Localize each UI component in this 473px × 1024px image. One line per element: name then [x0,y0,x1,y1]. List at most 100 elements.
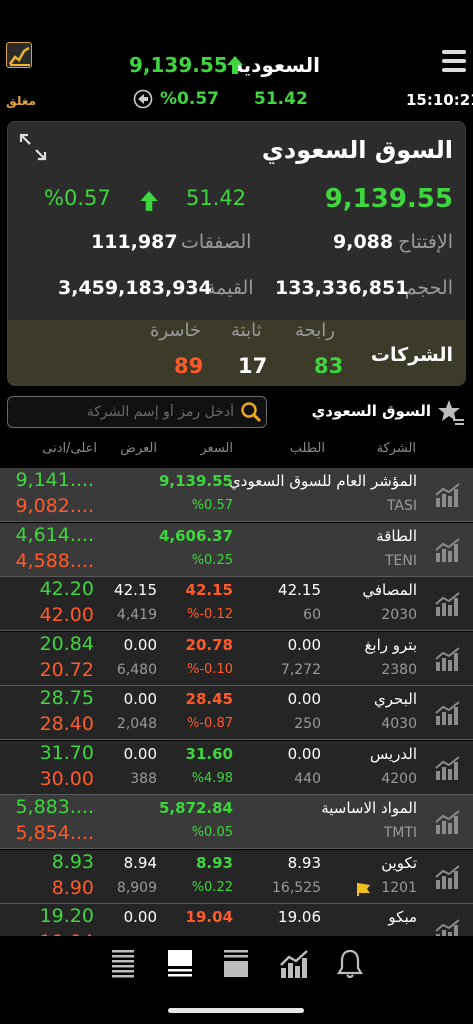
ask-price: 0.00 [123,690,157,708]
chart-icon[interactable] [278,948,310,980]
company-code: TASI [386,498,417,514]
bid-quantity: 60 [303,607,321,623]
list-icon[interactable] [110,948,138,980]
chart-icon[interactable] [434,918,462,936]
unchanged-value: 17 [238,354,268,378]
overview-icon[interactable] [222,948,250,980]
bid-quantity: 250 [294,716,321,732]
ask-price: 42.15 [114,581,157,599]
search-box[interactable] [7,396,267,428]
company-name: تكوين [381,853,417,872]
table-row[interactable]: تكوين 1201 8.93 16,525 8.93 %0.22 8.94 8,909 8.9… [0,849,473,904]
ask-quantity: 2,048 [116,716,157,732]
company-code: 1201 [381,879,417,896]
companies-band: الشركات رابحة 83 ثابتة 17 خاسرة 89 [8,320,465,385]
header-time: 15:10:21 [406,91,473,109]
day-low: 5,854.... [15,822,94,844]
ask-price: 0.00 [123,744,157,763]
table-row[interactable]: البحري 4030 0.00 250 28.45 %-0.87 0.00 2,048 28.… [0,686,473,740]
star-list-icon[interactable] [436,398,466,428]
chart-icon[interactable] [434,755,462,781]
ask-quantity: 388 [130,770,157,787]
losers-label: خاسرة [150,320,202,341]
summary-title: السوق السعودي [261,136,453,164]
ask-quantity: 8,909 [116,879,157,896]
last-price: 8.93 [195,853,233,872]
stocks-table: المؤشر العام للسوق السعودي TASI 9,139.55 %0… [0,468,473,936]
search-input[interactable] [16,401,234,423]
chart-icon[interactable] [434,809,462,835]
column-header-price: السعر [200,441,233,456]
chart-icon[interactable] [434,700,462,726]
column-header-bid: الطلب [289,441,325,456]
bid-price: 19.06 [278,908,321,926]
menu-icon[interactable] [442,50,466,72]
index-row[interactable]: المؤشر العام للسوق السعودي TASI 9,139.55 %0… [0,468,473,522]
table-row[interactable]: الدريس 4200 0.00 440 31.60 %4.98 0.00 388 31.70 3… [0,740,473,795]
table-row[interactable]: بترو رابغ 2380 0.00 7,272 20.78 %-0.10 0.00 6,4… [0,631,473,686]
change-percent: %-0.10 [187,661,233,677]
last-price: 19.04 [185,908,233,926]
chart-icon[interactable] [434,537,462,563]
last-price: 28.45 [185,690,233,708]
company-name: المواد الاساسية [321,799,417,817]
company-name: المؤشر العام للسوق السعودي [229,472,417,490]
day-high: 8.93 [51,850,94,873]
document-icon[interactable] [166,948,194,980]
bell-icon[interactable] [336,948,364,980]
company-code: TENI [385,552,417,569]
column-header-high-low: اعلى/ادنى [42,441,97,456]
value-label: القيمة [206,277,254,299]
company-code: 2030 [381,607,417,623]
day-high: 20.84 [39,632,94,655]
last-price: 20.78 [185,635,233,654]
company-code: 2380 [381,661,417,678]
up-arrow-icon [227,56,243,74]
chart-icon[interactable] [434,482,462,508]
chart-icon[interactable] [434,591,462,617]
summary-change-pct: %0.57 [44,186,111,210]
day-low: 4,588.... [15,549,94,572]
company-code: TMTI [383,825,417,841]
last-price: 9,139.55 [158,472,233,490]
expand-icon[interactable] [17,131,49,163]
companies-label: الشركات [370,344,453,366]
header-change-pct: %0.57 [160,89,219,109]
day-low: 9,082.... [15,495,94,517]
trades-label: الصفقات [181,231,252,253]
bottom-tab-bar [0,936,473,996]
search-icon[interactable] [240,401,262,423]
bid-price: 0.00 [287,635,321,654]
day-low: 20.72 [39,658,94,681]
header-market-name: السعودية [231,53,320,77]
change-percent: %0.05 [191,825,233,840]
summary-change: 51.42 [186,186,247,210]
arrow-left-circle-icon[interactable] [133,89,153,109]
table-row[interactable]: المصافي 2030 42.15 60 42.15 %-0.12 42.15 4,419 4… [0,577,473,631]
app-logo[interactable] [6,42,32,68]
market-selector-label[interactable]: السوق السعودي [312,402,431,420]
bid-price: 42.15 [278,581,321,599]
flag-icon [357,882,370,896]
chart-icon[interactable] [434,646,462,672]
bid-price: 8.93 [287,853,321,872]
index-row[interactable]: المواد الاساسية TMTI 5,872.84 %0.05 5,883...… [0,795,473,849]
day-high: 4,614.... [15,523,94,546]
change-percent: %4.98 [191,770,233,786]
value-value: 3,459,183,934 [58,277,212,299]
volume-value: 133,336,851 [275,277,409,299]
volume-label: الحجم [404,277,453,299]
column-header-company: الشركة [376,441,416,456]
chart-icon[interactable] [434,864,462,890]
change-percent: %0.57 [191,498,233,513]
market-status: مغلق [6,94,36,108]
open-value: 9,088 [333,231,394,253]
change-percent: %0.22 [191,879,233,895]
day-low: 42.00 [39,604,94,626]
index-row[interactable]: الطاقة TENI 4,606.37 %0.25 4,614.... 4,588...… [0,522,473,577]
open-label: الإفتتاح [398,231,453,253]
table-row[interactable]: مبكو19.0619.040.0019.2019.04 [0,904,473,936]
market-summary-panel: السوق السعودي 9,139.55 51.42 %0.57 الإفت… [7,121,466,386]
ask-price: 0.00 [123,635,157,654]
day-high: 19.20 [39,905,94,927]
